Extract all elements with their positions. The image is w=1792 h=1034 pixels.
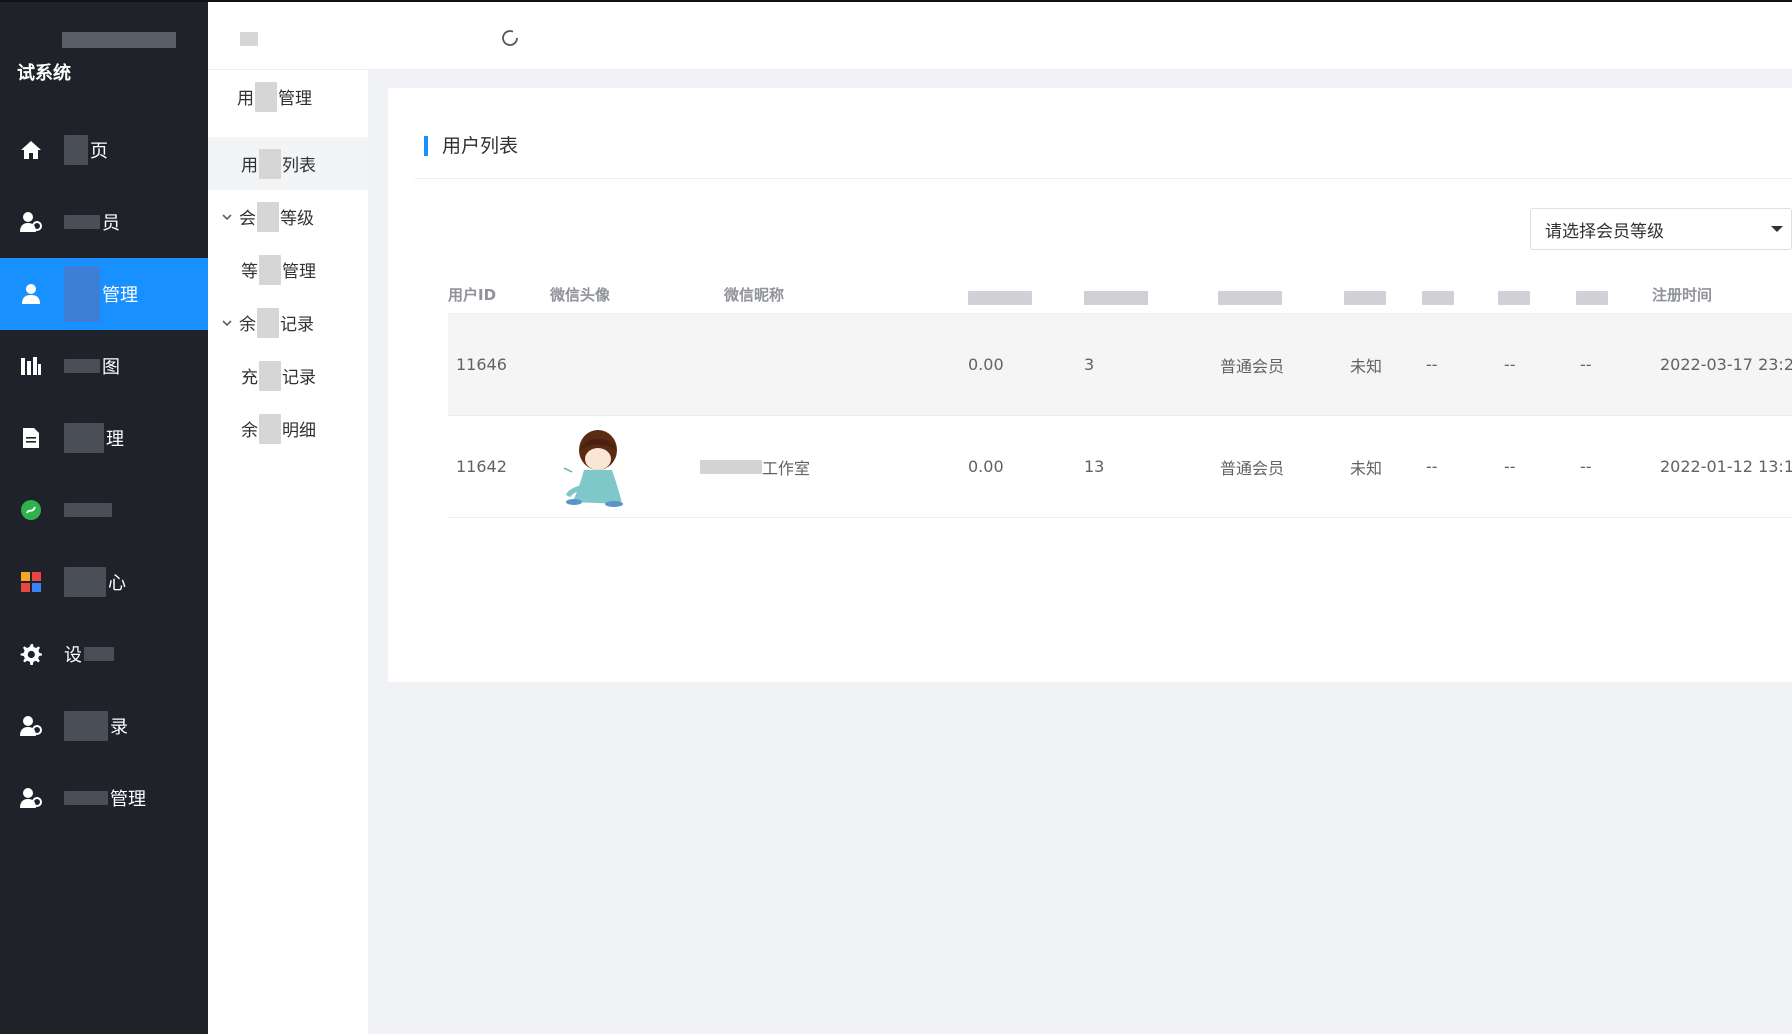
- cell-avatar: [558, 416, 634, 517]
- green-circle-icon: [18, 497, 44, 523]
- sidebar-item-user-management[interactable]: 管理: [0, 258, 208, 330]
- cell-col3: --: [1580, 355, 1592, 374]
- cell-nickname: 工作室: [700, 416, 810, 517]
- submenu-item-recharge-log[interactable]: 充记录: [208, 349, 368, 402]
- cell-balance: 0.00: [968, 355, 1004, 374]
- cell-count: 13: [1084, 457, 1105, 476]
- member-level-select[interactable]: 请选择会员等级: [1530, 208, 1792, 250]
- sidebar-item-center[interactable]: 心: [0, 546, 208, 618]
- cell-col2: --: [1504, 355, 1516, 374]
- cell-register-time: 2022-03-17 23:22: [1660, 355, 1792, 374]
- chevron-down-icon: [222, 213, 232, 220]
- chart-bars-icon: [18, 353, 44, 379]
- col-header-level[interactable]: [1218, 284, 1298, 314]
- top-header: [208, 2, 1792, 70]
- sidebar-item-stats[interactable]: 图: [0, 330, 208, 402]
- caret-down-icon: [1771, 226, 1783, 232]
- col-header-col3[interactable]: [1576, 284, 1616, 314]
- user-list-card: 用户列表 请选择会员等级 用户ID 微信头像 微信昵称 注册时间 11646 0…: [388, 88, 1792, 682]
- gear-icon: [18, 641, 44, 667]
- secondary-menu: 用管理 用列表 会等级 等管理 余记录 充记录 余明细: [208, 70, 368, 1034]
- col-header-avatar[interactable]: 微信头像: [550, 284, 630, 314]
- cell-user-id: 11642: [456, 457, 507, 476]
- logo-redacted: [62, 32, 176, 48]
- cell-gender: 未知: [1350, 356, 1383, 376]
- cell-gender: 未知: [1350, 458, 1383, 478]
- home-icon: [18, 137, 44, 163]
- submenu-group-member-level[interactable]: 会等级: [208, 190, 368, 243]
- member-level-select-placeholder: 请选择会员等级: [1545, 221, 1664, 242]
- col-header-col1[interactable]: [1422, 284, 1462, 314]
- cell-balance: 0.00: [968, 457, 1004, 476]
- refresh-icon[interactable]: [498, 26, 522, 50]
- cell-col3: --: [1580, 457, 1592, 476]
- nickname-redacted: [700, 459, 762, 474]
- sidebar-nav: 页 员 管理 图 理 心 设 录 管理: [0, 114, 208, 834]
- user-icon: [18, 713, 44, 739]
- table-header: 用户ID 微信头像 微信昵称 注册时间: [448, 278, 1792, 314]
- col-header-col2[interactable]: [1498, 284, 1538, 314]
- table-row[interactable]: 11642 工作室 0.00 13 普通会员 未知 -- -- -- 2022-…: [448, 416, 1792, 518]
- main-sidebar: 试系统 页 员 管理 图 理 心 设 录 管理: [0, 2, 208, 1034]
- cell-count: 3: [1084, 355, 1095, 374]
- col-header-count[interactable]: [1084, 284, 1164, 314]
- cell-register-time: 2022-01-12 13:17: [1660, 457, 1792, 476]
- table-row[interactable]: 11646 0.00 3 普通会员 未知 -- -- -- 2022-03-17…: [448, 314, 1792, 416]
- submenu-item-user-list[interactable]: 用列表: [208, 137, 368, 190]
- col-header-gender[interactable]: [1344, 284, 1392, 314]
- sidebar-item-settings[interactable]: 设: [0, 618, 208, 690]
- header-redacted: [240, 32, 258, 46]
- cell-col1: --: [1426, 355, 1438, 374]
- logo: 试系统: [0, 2, 208, 84]
- cell-col2: --: [1504, 457, 1516, 476]
- user-icon: [18, 209, 44, 235]
- chevron-down-icon: [222, 319, 232, 326]
- col-header-nickname[interactable]: 微信昵称: [724, 284, 806, 314]
- col-header-register-time[interactable]: 注册时间: [1652, 284, 1736, 314]
- user-icon: [18, 785, 44, 811]
- sidebar-item-content[interactable]: 理: [0, 402, 208, 474]
- sidebar-item-home[interactable]: 页: [0, 114, 208, 186]
- sidebar-item-members[interactable]: 员: [0, 186, 208, 258]
- sidebar-item-search-log[interactable]: 录: [0, 690, 208, 762]
- cell-user-id: 11646: [456, 355, 507, 374]
- sidebar-item-question-management[interactable]: 管理: [0, 762, 208, 834]
- apps-icon: [18, 569, 44, 595]
- cell-level: 普通会员: [1220, 356, 1285, 376]
- submenu-item-level-manage[interactable]: 等管理: [208, 243, 368, 296]
- sidebar-item-wechat[interactable]: [0, 474, 208, 546]
- user-avatar-image: [563, 429, 623, 507]
- user-icon: [18, 281, 44, 307]
- submenu-item-user-manage[interactable]: 用管理: [208, 70, 368, 123]
- user-table: 用户ID 微信头像 微信昵称 注册时间 11646 0.00 3 普通会员 未知…: [448, 278, 1792, 518]
- submenu-group-balance-log[interactable]: 余记录: [208, 296, 368, 349]
- page-title: 用户列表: [424, 136, 518, 156]
- app-title: 试系统: [17, 63, 71, 84]
- document-icon: [18, 425, 44, 451]
- submenu-item-balance-detail[interactable]: 余明细: [208, 402, 368, 455]
- cell-level: 普通会员: [1220, 458, 1285, 478]
- divider: [414, 178, 1792, 179]
- cell-col1: --: [1426, 457, 1438, 476]
- col-header-user-id[interactable]: 用户ID: [448, 284, 518, 314]
- col-header-balance[interactable]: [968, 284, 1048, 314]
